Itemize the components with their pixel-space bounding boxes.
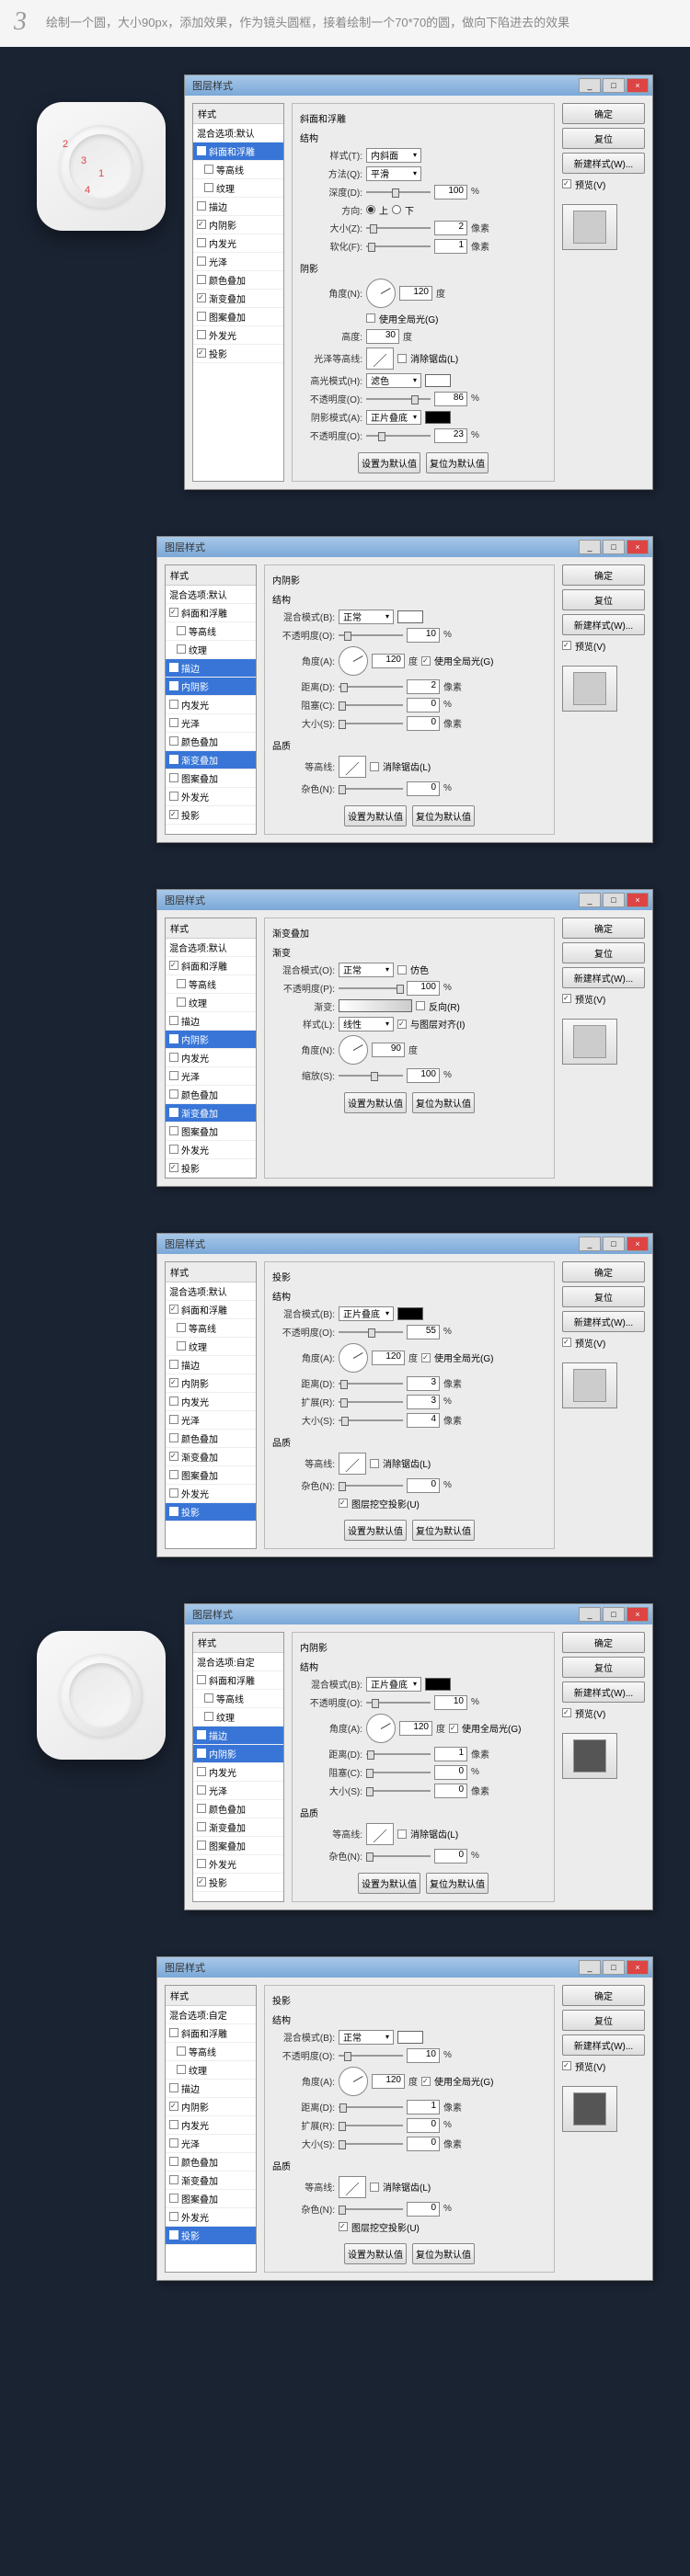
set-default-button[interactable]: 设置为默认值: [358, 452, 420, 473]
step-number: 3: [14, 7, 27, 37]
minimize-icon[interactable]: _: [579, 540, 601, 554]
step-description: 绘制一个圆，大小90px，添加效果，作为镜头圆框，接着绘制一个70*70的圆，做…: [46, 14, 662, 33]
reset-default-button[interactable]: 复位为默认值: [426, 452, 489, 473]
maximize-icon[interactable]: □: [603, 540, 625, 554]
cancel-button[interactable]: 复位: [562, 128, 645, 149]
antialias-checkbox[interactable]: [397, 354, 407, 363]
style-stroke[interactable]: 描边: [166, 659, 256, 678]
sh-opacity-input[interactable]: 23: [434, 428, 467, 443]
blend-options[interactable]: 混合选项:默认: [193, 124, 283, 142]
shadow-mode-dropdown[interactable]: 正片叠底: [366, 410, 421, 425]
bevel-method-dropdown[interactable]: 平滑: [366, 166, 421, 181]
style-list[interactable]: 样式 混合选项:默认 斜面和浮雕 等高线 纹理 描边 内阴影 内发光 光泽 颜色…: [192, 103, 284, 482]
style-texture[interactable]: 纹理: [193, 179, 283, 198]
altitude-input[interactable]: 30: [366, 329, 399, 344]
style-outer-glow[interactable]: 外发光: [193, 326, 283, 345]
style-inner-shadow[interactable]: 内阴影: [166, 678, 256, 696]
sh-opacity-slider[interactable]: [366, 430, 431, 441]
hl-opacity-input[interactable]: 86: [434, 392, 467, 406]
settings-panel: 斜面和浮雕 结构 样式(T):内斜面 方法(Q):平滑 深度(D):100% 方…: [292, 103, 555, 482]
angle-input[interactable]: 120: [399, 286, 432, 301]
shadow-color[interactable]: [425, 411, 451, 424]
dir-down-radio[interactable]: [392, 205, 401, 214]
style-drop-shadow[interactable]: 投影: [193, 345, 283, 363]
global-light-checkbox[interactable]: [366, 313, 375, 323]
layer-style-dialog-6: 图层样式_□× 样式 混合选项:自定 斜面和浮雕 等高线 纹理 描边 内阴影 内…: [156, 1956, 653, 2281]
size-slider[interactable]: [366, 222, 431, 234]
soften-slider[interactable]: [366, 241, 431, 252]
size-input[interactable]: 2: [434, 221, 467, 235]
titlebar[interactable]: 图层样式_□×: [185, 75, 652, 96]
close-icon[interactable]: ×: [627, 540, 649, 554]
hl-opacity-slider[interactable]: [366, 393, 431, 405]
gradient-picker[interactable]: [339, 999, 412, 1012]
layer-style-dialog-4: 图层样式_□× 样式 混合选项:默认 斜面和浮雕 等高线 纹理 描边 内阴影 内…: [156, 1233, 653, 1557]
step-header: 3 绘制一个圆，大小90px，添加效果，作为镜头圆框，接着绘制一个70*70的圆…: [0, 0, 690, 47]
style-bevel[interactable]: 斜面和浮雕: [193, 142, 283, 161]
style-stroke[interactable]: 描边: [193, 198, 283, 216]
preview-thumbnail: [562, 204, 617, 250]
style-inner-shadow[interactable]: 内阴影: [193, 216, 283, 234]
ok-button[interactable]: 确定: [562, 103, 645, 124]
soften-input[interactable]: 1: [434, 239, 467, 254]
icon-preview-2: [37, 1631, 166, 1760]
style-contour[interactable]: 等高线: [193, 161, 283, 179]
layer-style-dialog-5: 图层样式_□× 样式 混合选项:自定 斜面和浮雕 等高线 纹理 描边 内阴影 内…: [184, 1603, 653, 1910]
gloss-contour[interactable]: [366, 348, 394, 370]
titlebar[interactable]: 图层样式_□×: [157, 537, 652, 557]
close-icon[interactable]: ×: [627, 78, 649, 93]
style-satin[interactable]: 光泽: [193, 253, 283, 271]
icon-preview-1: 2314: [37, 102, 166, 231]
new-style-button[interactable]: 新建样式(W)...: [562, 153, 645, 174]
depth-input[interactable]: 100: [434, 185, 467, 199]
preview-checkbox[interactable]: [562, 179, 571, 188]
bevel-style-dropdown[interactable]: 内斜面: [366, 148, 421, 163]
style-list[interactable]: 样式 混合选项:默认 斜面和浮雕 等高线 纹理 描边 内阴影 内发光 光泽 颜色…: [165, 564, 257, 835]
layer-style-dialog-3: 图层样式_□× 样式 混合选项:默认 斜面和浮雕 等高线 纹理 描边 内阴影 内…: [156, 889, 653, 1187]
maximize-icon[interactable]: □: [603, 78, 625, 93]
highlight-color[interactable]: [425, 374, 451, 387]
dir-up-radio[interactable]: [366, 205, 375, 214]
style-pattern-overlay[interactable]: 图案叠加: [193, 308, 283, 326]
shadow-color[interactable]: [397, 610, 423, 623]
layer-style-dialog-2: 图层样式_□× 样式 混合选项:默认 斜面和浮雕 等高线 纹理 描边 内阴影 内…: [156, 536, 653, 843]
depth-slider[interactable]: [366, 187, 431, 198]
layer-style-dialog-1: 图层样式_□× 样式 混合选项:默认 斜面和浮雕 等高线 纹理 描边 内阴影 内…: [184, 74, 653, 490]
style-color-overlay[interactable]: 颜色叠加: [193, 271, 283, 290]
style-inner-glow[interactable]: 内发光: [193, 234, 283, 253]
blend-mode-dropdown[interactable]: 正常: [339, 610, 394, 624]
angle-dial[interactable]: [366, 279, 396, 308]
style-gradient-overlay[interactable]: 渐变叠加: [193, 290, 283, 308]
highlight-mode-dropdown[interactable]: 滤色: [366, 373, 421, 388]
minimize-icon[interactable]: _: [579, 78, 601, 93]
